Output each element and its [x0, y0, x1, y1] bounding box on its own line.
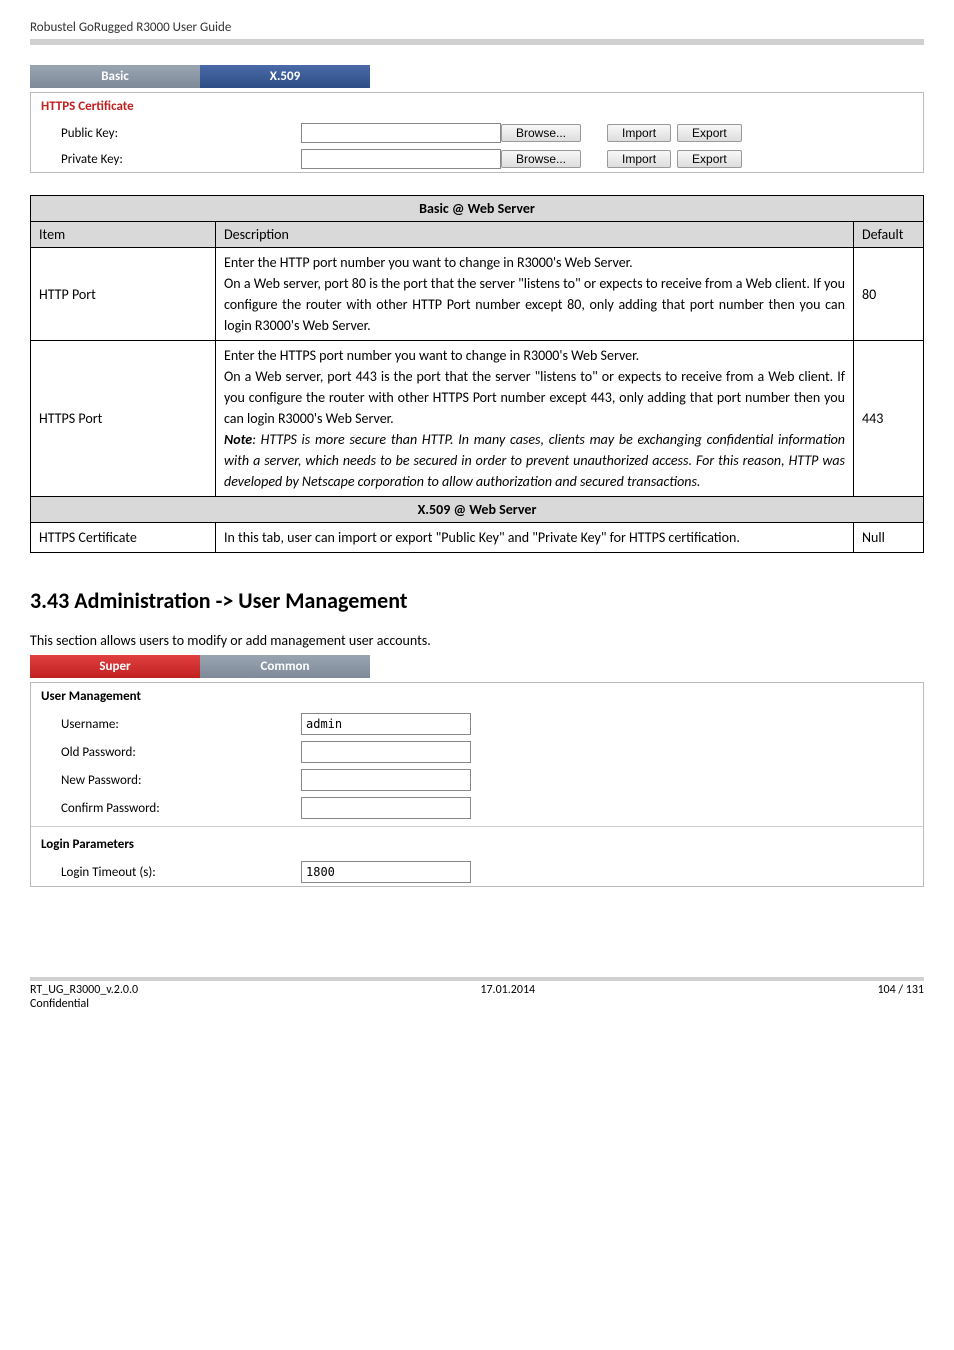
new-pw-label: New Password: — [61, 773, 301, 788]
username-input[interactable] — [301, 713, 471, 735]
page-footer: RT_UG_R3000_v.2.0.0 Confidential 17.01.2… — [30, 977, 924, 1011]
table-header-main: Basic @ Web Server — [31, 196, 924, 222]
table-cols: Item Description Default — [31, 222, 924, 248]
private-key-row: Private Key: Browse... Import Export — [31, 146, 923, 172]
table-row: HTTPS Port Enter the HTTPS port number y… — [31, 341, 924, 497]
doc-header: Robustel GoRugged R3000 User Guide — [30, 20, 924, 45]
http-port-item: HTTP Port — [31, 248, 216, 341]
section-heading: 3.43 Administration -> User Management — [30, 587, 924, 614]
username-row: Username: — [31, 710, 923, 738]
new-pw-row: New Password: — [31, 766, 923, 794]
https-port-desc-plain: Enter the HTTPS port number you want to … — [224, 347, 845, 427]
http-port-default: 80 — [854, 248, 924, 341]
private-export-button[interactable]: Export — [677, 150, 742, 168]
tab-common[interactable]: Common — [200, 655, 370, 678]
section-intro: This section allows users to modify or a… — [30, 632, 924, 649]
table-title-x509: X.509 @ Web Server — [31, 497, 924, 523]
tab-x509[interactable]: X.509 — [200, 65, 370, 88]
footer-date: 17.01.2014 — [138, 983, 877, 1011]
col-default: Default — [854, 222, 924, 248]
table-title: Basic @ Web Server — [31, 196, 924, 222]
old-password-input[interactable] — [301, 741, 471, 763]
table-header-x509: X.509 @ Web Server — [31, 497, 924, 523]
private-import-button[interactable]: Import — [607, 150, 671, 168]
private-key-label: Private Key: — [61, 152, 301, 167]
footer-doc-id: RT_UG_R3000_v.2.0.0 — [30, 983, 138, 997]
http-port-desc: Enter the HTTP port number you want to c… — [216, 248, 854, 341]
login-params-title: Login Parameters — [31, 831, 923, 858]
footer-page: 104 / 131 — [877, 983, 924, 1011]
confirm-password-input[interactable] — [301, 797, 471, 819]
login-timeout-input[interactable] — [301, 861, 471, 883]
https-cert-item: HTTPS Certificate — [31, 523, 216, 553]
username-label: Username: — [61, 717, 301, 732]
https-port-item: HTTPS Port — [31, 341, 216, 497]
um-tabs: Super Common — [30, 655, 924, 678]
public-key-label: Public Key: — [61, 126, 301, 141]
public-browse-button[interactable]: Browse... — [501, 124, 581, 142]
https-port-desc: Enter the HTTPS port number you want to … — [216, 341, 854, 497]
tab-super[interactable]: Super — [30, 655, 200, 678]
old-pw-label: Old Password: — [61, 745, 301, 760]
old-pw-row: Old Password: — [31, 738, 923, 766]
user-mgmt-title: User Management — [31, 683, 923, 710]
user-mgmt-panel: User Management Username: Old Password: … — [30, 682, 924, 887]
cert-tabs: Basic X.509 — [30, 65, 924, 88]
https-port-default: 443 — [854, 341, 924, 497]
https-note-label: Note — [224, 431, 252, 448]
confirm-pw-label: Confirm Password: — [61, 801, 301, 816]
col-item: Item — [31, 222, 216, 248]
public-key-input[interactable] — [301, 123, 501, 143]
private-key-input[interactable] — [301, 149, 501, 169]
timeout-label: Login Timeout (s): — [61, 865, 301, 880]
col-desc: Description — [216, 222, 854, 248]
https-cert-desc: In this tab, user can import or export "… — [216, 523, 854, 553]
private-browse-button[interactable]: Browse... — [501, 150, 581, 168]
table-row: HTTP Port Enter the HTTP port number you… — [31, 248, 924, 341]
tab-basic[interactable]: Basic — [30, 65, 200, 88]
public-import-button[interactable]: Import — [607, 124, 671, 142]
table-row: HTTPS Certificate In this tab, user can … — [31, 523, 924, 553]
https-cert-default: Null — [854, 523, 924, 553]
footer-left: RT_UG_R3000_v.2.0.0 Confidential — [30, 983, 138, 1011]
timeout-row: Login Timeout (s): — [31, 858, 923, 886]
web-server-table: Basic @ Web Server Item Description Defa… — [30, 195, 924, 553]
confirm-pw-row: Confirm Password: — [31, 794, 923, 822]
new-password-input[interactable] — [301, 769, 471, 791]
footer-confidential: Confidential — [30, 997, 89, 1011]
public-key-row: Public Key: Browse... Import Export — [31, 120, 923, 146]
https-cert-panel: HTTPS Certificate Public Key: Browse... … — [30, 92, 924, 173]
public-export-button[interactable]: Export — [677, 124, 742, 142]
https-note-text: : HTTPS is more secure than HTTP. In man… — [224, 431, 845, 490]
https-cert-title: HTTPS Certificate — [31, 93, 923, 120]
